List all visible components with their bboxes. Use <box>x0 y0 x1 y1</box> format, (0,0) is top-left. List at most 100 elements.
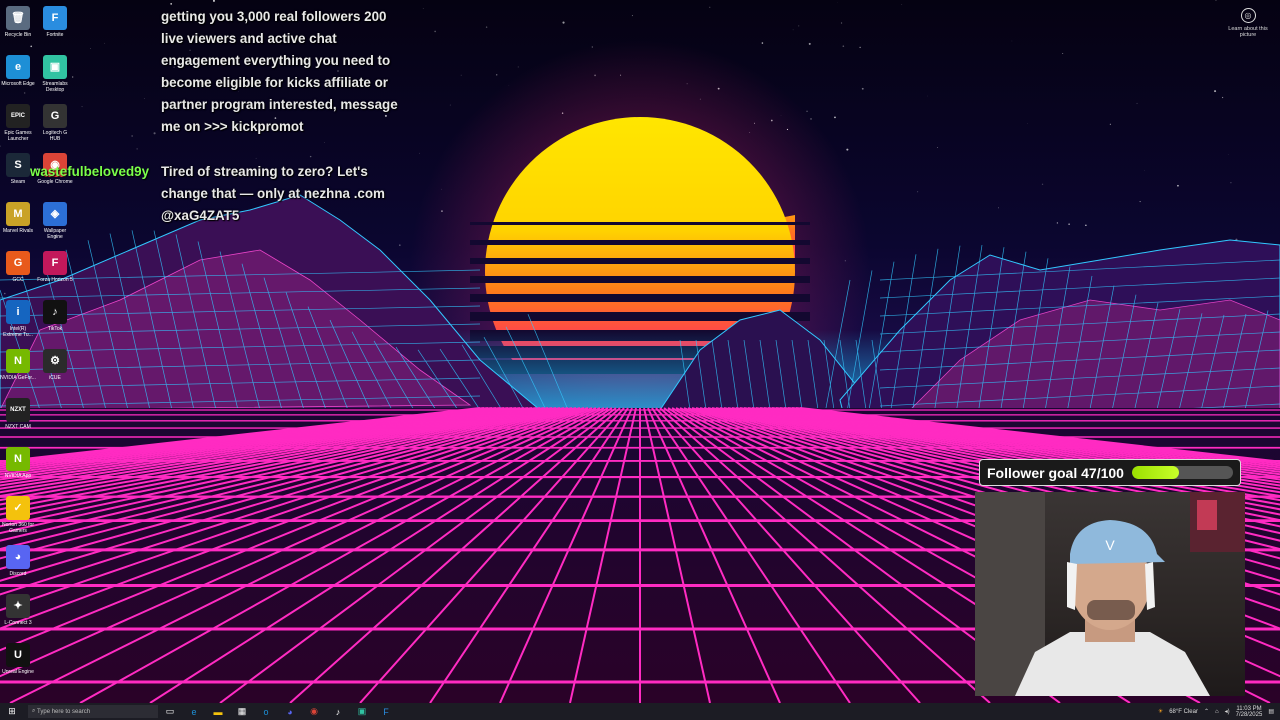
desktop-icon-label: NZXT CAM <box>5 424 31 430</box>
desktop-icon-intel-r-extreme-tu[interactable]: i Intel(R) Extreme Tu... <box>0 300 36 338</box>
desktop-icon-recycle-bin[interactable]: 🗑 Recycle Bin <box>0 6 36 38</box>
desktop-icon-gcc[interactable]: G GCC <box>0 251 36 283</box>
desktop: 🗑 Recycle Bin F Fortnite e Microsoft Edge ▣ Str… <box>0 0 1280 703</box>
follower-goal-bar <box>1131 466 1233 479</box>
desktop-icon-discord[interactable]: ◕ Discord <box>0 545 36 577</box>
desktop-icon-nzxt-cam[interactable]: NZXT NZXT CAM <box>0 398 36 430</box>
taskbar: ⊞ ⌕ Type here to search ▭ e ▬ ▦ o ◕ ◉ ♪ … <box>0 703 1280 720</box>
tiktok-taskbar-icon[interactable]: ♪ <box>331 705 345 719</box>
desktop-icon-norton-360-for-gamers[interactable]: ✓ Norton 360 for Gamers <box>0 496 36 534</box>
desktop-icon-label: Intel(R) Extreme Tu... <box>3 326 33 338</box>
desktop-icon-label: Unreal Engine <box>2 669 34 675</box>
app-icon: ⚙ <box>43 349 67 373</box>
system-tray: ☀ 68°F Clear ⌃ ⌂ ◂) 11:03 PM 7/28/2025 ▤ <box>1158 706 1280 718</box>
store-icon[interactable]: ▦ <box>235 705 249 719</box>
discord-taskbar-icon[interactable]: ◕ <box>283 705 297 719</box>
app-icon: e <box>6 55 30 79</box>
notification-icon[interactable]: ▤ <box>1268 708 1274 715</box>
desktop-icon-microsoft-edge[interactable]: e Microsoft Edge <box>0 55 36 87</box>
desktop-icon-label: NVIDIA App <box>4 473 32 479</box>
desktop-icon-unreal-engine[interactable]: U Unreal Engine <box>0 643 36 675</box>
app-icon: ✦ <box>6 594 30 618</box>
desktop-icon-label: Logitech G HUB <box>42 130 68 142</box>
desktop-icon-label: TikTok <box>47 326 63 332</box>
app-icon: F <box>43 6 67 30</box>
desktop-icon-label: Marvel Rivals <box>2 228 33 234</box>
follower-goal-label: Follower goal 47/100 <box>987 464 1124 481</box>
svg-text:V: V <box>1105 537 1115 553</box>
app-icon: G <box>6 251 30 275</box>
windows-start-icon[interactable]: ⊞ <box>5 705 19 719</box>
desktop-icon-wallpaper-engine[interactable]: ◈ Wallpaper Engine <box>37 202 73 240</box>
app-icon: S <box>6 153 30 177</box>
desktop-icon-nvidia-app[interactable]: N NVIDIA App <box>0 447 36 479</box>
app-icon: ♪ <box>43 300 67 324</box>
app-icon: F <box>43 251 67 275</box>
clock[interactable]: 11:03 PM 7/28/2025 <box>1236 706 1263 718</box>
streamlabs-taskbar-icon[interactable]: ▣ <box>355 705 369 719</box>
app-icon: N <box>6 447 30 471</box>
app-icon: NZXT <box>6 398 30 422</box>
desktop-icon-label: Microsoft Edge <box>1 81 35 87</box>
desktop-icon-label: Streamlabs Desktop <box>42 81 68 93</box>
app-icon: U <box>6 643 30 667</box>
desktop-icon-label: NVIDIA GeFor... <box>0 375 36 381</box>
app-icon: ✓ <box>6 496 30 520</box>
desktop-icon-tiktok[interactable]: ♪ TikTok <box>37 300 73 332</box>
app-icon: M <box>6 202 30 226</box>
desktop-icon-logitech-g-hub[interactable]: G Logitech G HUB <box>37 104 73 142</box>
chat-message-1: getting you 3,000 real followers 200 liv… <box>161 9 398 134</box>
outlook-icon[interactable]: o <box>259 705 273 719</box>
chrome-taskbar-icon[interactable]: ◉ <box>307 705 321 719</box>
network-icon[interactable]: ⌂ <box>1215 709 1219 715</box>
weather-text[interactable]: 68°F Clear <box>1169 709 1198 715</box>
desktop-icon-streamlabs-desktop[interactable]: ▣ Streamlabs Desktop <box>37 55 73 93</box>
volume-icon[interactable]: ◂) <box>1225 708 1230 715</box>
follower-goal-widget: Follower goal 47/100 <box>979 459 1241 486</box>
app-icon: EPIC <box>6 104 30 128</box>
follower-goal-fill <box>1131 466 1180 479</box>
learn-about-label: Learn about this picture <box>1228 26 1268 38</box>
desktop-icon-label: Fortnite <box>46 32 64 38</box>
edge-taskbar-icon[interactable]: e <box>187 705 201 719</box>
desktop-icon-label: Wallpaper Engine <box>43 228 67 240</box>
app-icon: 🗑 <box>6 6 30 30</box>
desktop-icon-label: Steam <box>10 179 26 185</box>
task-view-icon[interactable]: ▭ <box>163 705 177 719</box>
webcam-overlay: V <box>975 492 1245 696</box>
desktop-icon-fortnite[interactable]: F Fortnite <box>37 6 73 38</box>
desktop-icon-label: Recycle Bin <box>4 32 32 38</box>
desktop-icon-label: iCUE <box>49 375 61 381</box>
app-icon: i <box>6 300 30 324</box>
learn-about-picture[interactable]: ◎ Learn about this picture <box>1226 8 1270 38</box>
desktop-icon-icue[interactable]: ⚙ iCUE <box>37 349 73 381</box>
chat-message-2: Tired of streaming to zero? Let's change… <box>161 164 385 223</box>
chevron-up-icon[interactable]: ⌃ <box>1204 708 1209 715</box>
desktop-icon-label: Google Chrome <box>37 179 73 185</box>
app-icon: ◕ <box>6 545 30 569</box>
desktop-icon-label: Discord <box>9 571 27 577</box>
fortnite-taskbar-icon[interactable]: F <box>379 705 393 719</box>
camera-icon: ◎ <box>1240 8 1256 23</box>
app-icon: G <box>43 104 67 128</box>
search-placeholder: Type here to search <box>37 708 91 715</box>
desktop-icon-label: GCC <box>12 277 24 283</box>
chat-username: wastefulbeloved9y <box>30 164 150 179</box>
desktop-icon-label: L-Connect 3 <box>4 620 32 626</box>
desktop-icon-nvidia-gefor[interactable]: N NVIDIA GeFor... <box>0 349 36 381</box>
desktop-icon-label: Epic Games Launcher <box>4 130 32 142</box>
app-icon: N <box>6 349 30 373</box>
taskbar-search[interactable]: ⌕ Type here to search <box>28 705 158 718</box>
app-icon: ▣ <box>43 55 67 79</box>
weather-icon: ☀ <box>1157 709 1164 715</box>
desktop-icon-forza-horizon-5[interactable]: F Forza Horizon 5 <box>37 251 73 283</box>
app-icon: ◈ <box>43 202 67 226</box>
desktop-icon-epic-games-launcher[interactable]: EPIC Epic Games Launcher <box>0 104 36 142</box>
desktop-icon-l-connect-3[interactable]: ✦ L-Connect 3 <box>0 594 36 626</box>
desktop-icon-label: Forza Horizon 5 <box>37 277 73 283</box>
clock-time: 11:03 PM <box>1236 705 1262 712</box>
file-explorer-icon[interactable]: ▬ <box>211 705 225 719</box>
desktop-icon-label: Norton 360 for Gamers <box>2 522 34 534</box>
clock-date: 7/28/2025 <box>1235 711 1263 718</box>
desktop-icon-marvel-rivals[interactable]: M Marvel Rivals <box>0 202 36 234</box>
